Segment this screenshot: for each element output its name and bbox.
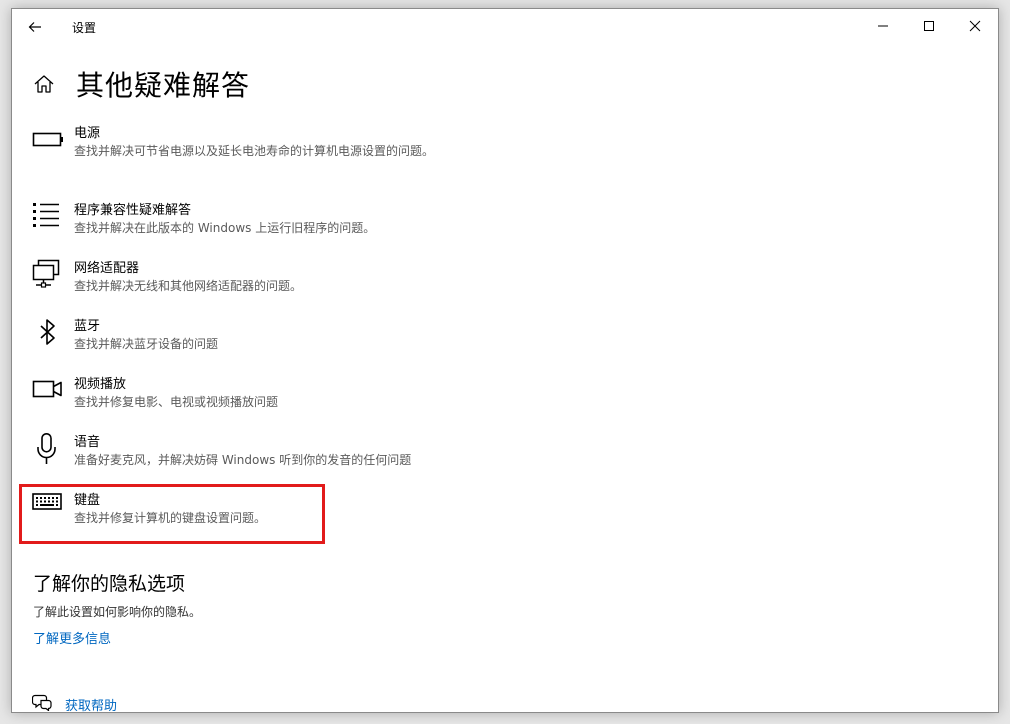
privacy-description: 了解此设置如何影响你的隐私。 [33, 605, 202, 619]
network-adapter-icon [32, 259, 60, 288]
item-title: 蓝牙 [74, 319, 101, 334]
item-title: 语音 [74, 435, 101, 450]
maximize-button[interactable] [906, 9, 952, 43]
title-bar: 设置 [12, 9, 998, 45]
battery-icon [32, 132, 63, 147]
item-title: 电源 [74, 126, 101, 141]
item-description: 查找并解决在此版本的 Windows 上运行旧程序的问题。 [74, 221, 376, 235]
privacy-section-title: 了解你的隐私选项 [33, 573, 186, 595]
page-title: 其他疑难解答 [76, 69, 251, 102]
microphone-icon [37, 433, 56, 464]
close-button[interactable] [952, 9, 998, 43]
highlight-box [19, 484, 325, 544]
item-title: 程序兼容性疑难解答 [74, 203, 192, 218]
item-description: 查找并修复电影、电视或视频播放问题 [74, 395, 279, 409]
video-camera-icon [32, 380, 62, 398]
home-button[interactable] [33, 73, 55, 95]
item-title: 视频播放 [74, 377, 127, 392]
learn-more-link[interactable]: 了解更多信息 [33, 628, 111, 647]
back-button[interactable] [22, 15, 48, 39]
item-title: 网络适配器 [74, 261, 140, 276]
get-help-label: 获取帮助 [65, 699, 118, 713]
home-icon [34, 75, 54, 93]
item-description: 查找并解决蓝牙设备的问题 [74, 337, 219, 351]
chat-help-icon [32, 694, 52, 711]
maximize-icon [924, 21, 934, 31]
settings-window: 设置 其他疑难解答 电源 查找并解决可节省电源以及延长电池寿命的计算机电源设置的… [11, 8, 999, 713]
back-arrow-icon [28, 22, 41, 32]
close-icon [969, 20, 981, 32]
bluetooth-icon [40, 319, 55, 345]
app-title: 设置 [72, 21, 97, 35]
minimize-icon [878, 25, 888, 27]
item-description: 查找并解决无线和其他网络适配器的问题。 [74, 279, 303, 293]
minimize-button[interactable] [860, 9, 906, 43]
list-icon [33, 203, 59, 227]
item-description: 准备好麦克风，并解决妨碍 Windows 听到你的发音的任何问题 [74, 453, 412, 467]
item-description: 查找并解决可节省电源以及延长电池寿命的计算机电源设置的问题。 [74, 144, 435, 158]
